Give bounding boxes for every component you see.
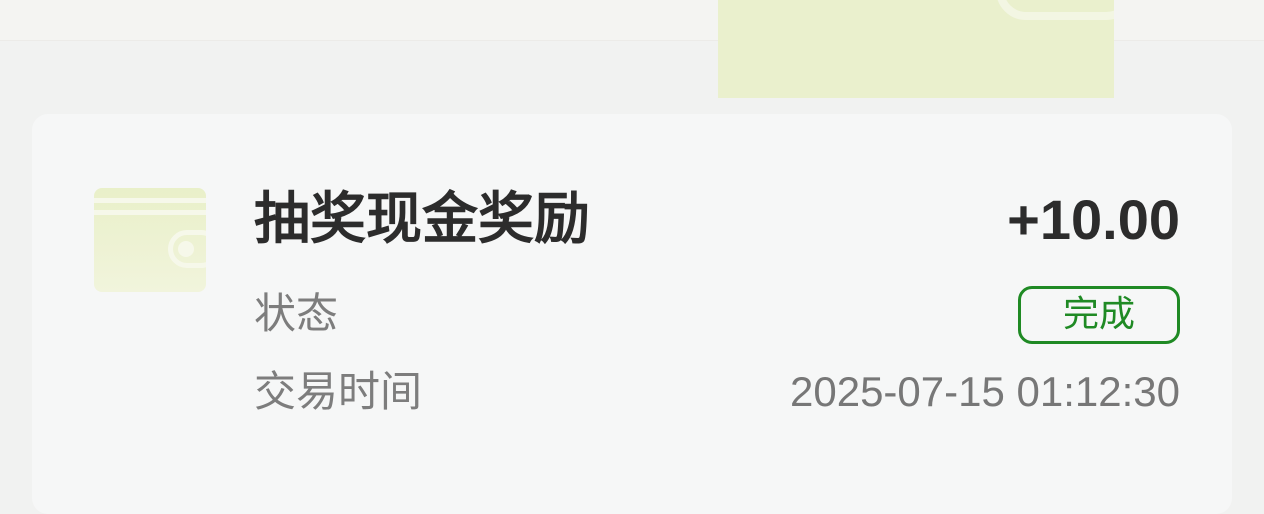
top-wallet-icon: [718, 0, 1114, 98]
top-wallet-clasp: [996, 0, 1114, 20]
wallet-clasp-dot: [178, 241, 194, 257]
transaction-title: 抽奖现金奖励: [254, 187, 590, 252]
status-label: 状态: [254, 289, 339, 338]
wallet-band: [94, 210, 206, 215]
transaction-card[interactable]: 抽奖现金奖励 +10.00 状态 完成 交易时间 2025-07-15 01:1…: [32, 114, 1232, 514]
status-badge: 完成: [1018, 286, 1180, 344]
transaction-time-value: 2025-07-15 01:12:30: [790, 368, 1180, 415]
wallet-icon: [94, 188, 206, 292]
transaction-time-label: 交易时间: [254, 367, 423, 416]
wallet-band: [94, 198, 206, 203]
transaction-amount: +10.00: [1007, 188, 1180, 251]
